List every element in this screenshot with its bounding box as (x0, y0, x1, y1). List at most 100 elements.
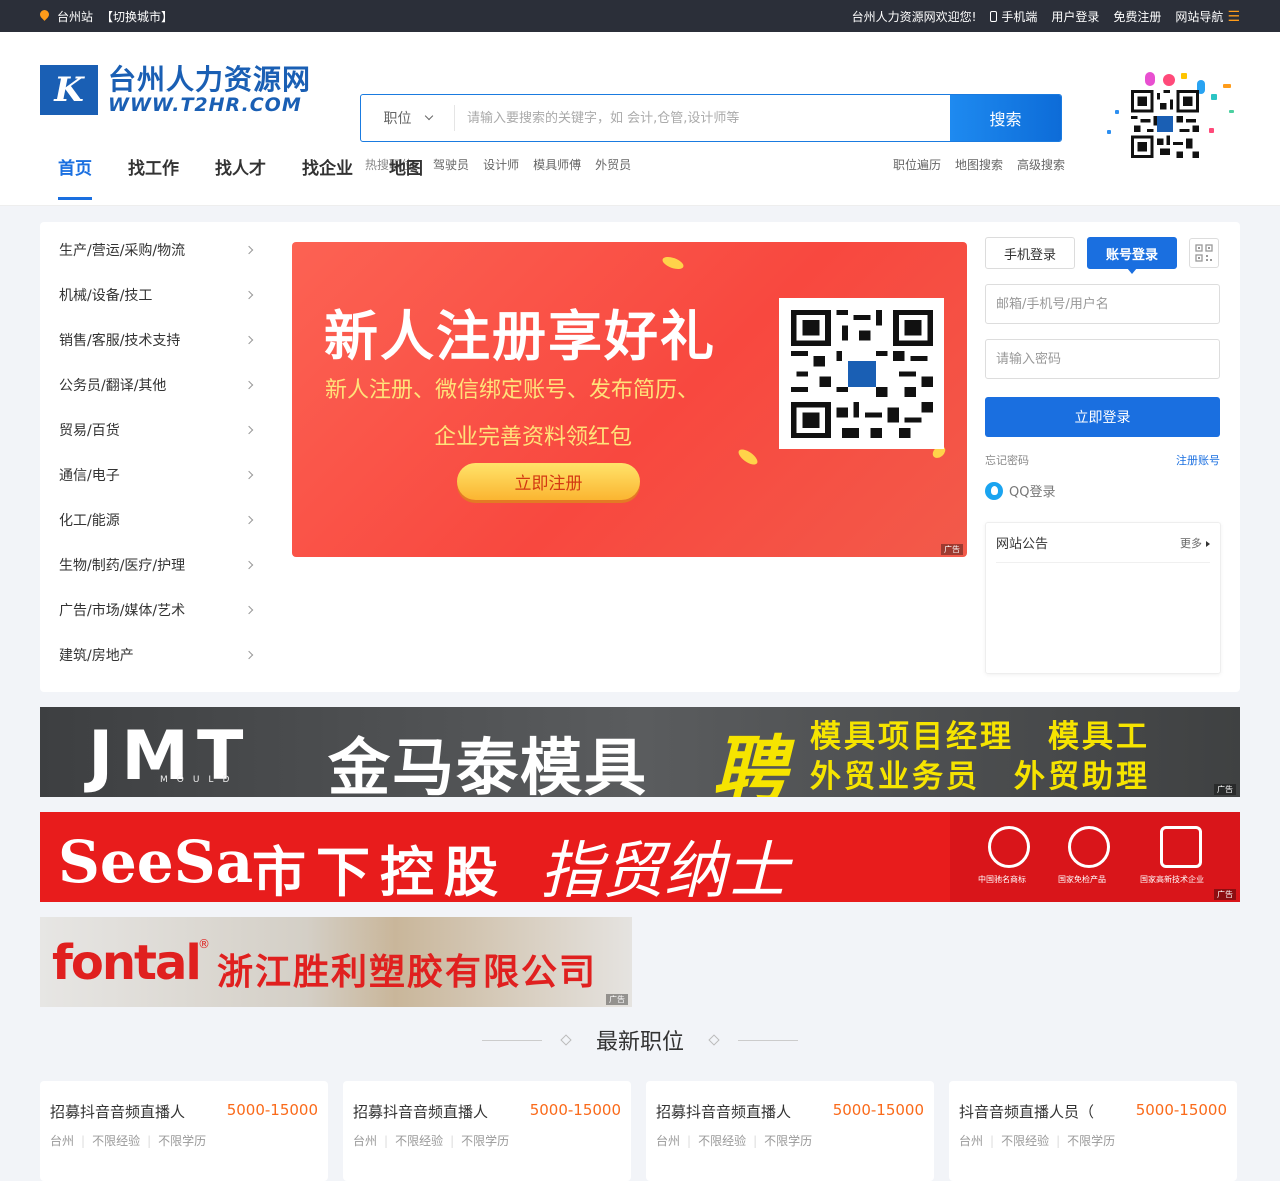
qr-code-icon (1195, 244, 1213, 262)
ad-tag: 广告 (1214, 784, 1236, 795)
username-field[interactable] (985, 284, 1220, 324)
job-education: 不限学历 (461, 1134, 510, 1148)
nav-find-talent[interactable]: 找人才 (215, 152, 266, 206)
map-search-link[interactable]: 地图搜索 (955, 156, 1003, 173)
site-nav-link[interactable]: 网站导航 ☰ (1175, 8, 1240, 25)
ad-badges: 中国驰名商标 国家免检产品 国家高新技术企业 (950, 812, 1240, 902)
logo-mark: K (40, 65, 98, 115)
nav-find-company[interactable]: 找企业 (302, 152, 353, 206)
category-item[interactable]: 公务员/翻译/其他 (40, 362, 270, 407)
job-card[interactable]: 招募抖音音频直播人 5000-15000 台州 | 不限经验 | 不限学历 (40, 1081, 328, 1181)
login-links: 忘记密码 注册账号 (985, 452, 1220, 468)
job-list: 招募抖音音频直播人 5000-15000 台州 | 不限经验 | 不限学历 招募抖音音频直… (40, 1081, 1237, 1181)
forgot-password-link[interactable]: 忘记密码 (985, 452, 1029, 468)
job-title[interactable]: 抖音音频直播人员（ (959, 1101, 1094, 1122)
ad-jobs-line: 外贸业务员 外贸助理 (810, 759, 1150, 795)
category-item[interactable]: 生物/制药/医疗/护理 (40, 542, 270, 587)
nav-map[interactable]: 地图 (389, 152, 423, 206)
category-item[interactable]: 广告/市场/媒体/艺术 (40, 587, 270, 632)
search-bar: 职位 搜索 (360, 94, 1062, 142)
category-item[interactable]: 建筑/房地产 (40, 632, 270, 677)
nav-find-job[interactable]: 找工作 (128, 152, 179, 206)
job-card[interactable]: 抖音音频直播人员（ 5000-15000 台州 | 不限经验 | 不限学历 (949, 1081, 1237, 1181)
top-links: 台州人力资源网欢迎您! 手机端 用户登录 免费注册 网站导航 ☰ (852, 8, 1240, 25)
category-label: 建筑/房地产 (59, 647, 134, 664)
qr-code-icon (790, 309, 933, 438)
hot-item[interactable]: 模具师傅 (533, 156, 581, 173)
section-title: 最新职位 (595, 1030, 684, 1055)
site-logo[interactable]: K 台州人力资源网 WWW.T2HR.COM (40, 65, 311, 115)
free-register-link[interactable]: 免费注册 (1113, 8, 1161, 25)
ad-tag: 广告 (1214, 889, 1236, 900)
banner-title: 新人注册享好礼 (324, 305, 716, 368)
job-salary: 5000-15000 (1135, 1101, 1227, 1119)
promo-banner[interactable]: 新人注册享好礼 新人注册、微信绑定账号、发布简历、 企业完善资料领红包 立即注册 (292, 242, 967, 557)
search-button[interactable]: 搜索 (950, 95, 1061, 141)
category-item[interactable]: 化工/能源 (40, 497, 270, 542)
register-account-link[interactable]: 注册账号 (1176, 452, 1220, 468)
category-item[interactable]: 生产/营运/采购/物流 (40, 227, 270, 272)
qq-login-link[interactable]: QQ登录 (985, 481, 1220, 500)
job-title[interactable]: 招募抖音音频直播人 (50, 1101, 185, 1122)
quick-links: 职位遍历 地图搜索 高级搜索 (893, 156, 1065, 173)
banner-register-button[interactable]: 立即注册 (457, 463, 640, 500)
switch-city-link[interactable]: 【切换城市】 (101, 8, 173, 25)
category-item[interactable]: 销售/客服/技术支持 (40, 317, 270, 362)
advanced-search-link[interactable]: 高级搜索 (1017, 156, 1065, 173)
mobile-link[interactable]: 手机端 (990, 8, 1037, 25)
site-nav-label: 网站导航 (1175, 9, 1224, 24)
job-browse-link[interactable]: 职位遍历 (893, 156, 941, 173)
category-item[interactable]: 机械/设备/技工 (40, 272, 270, 317)
category-label: 生产/营运/采购/物流 (59, 242, 186, 259)
ad-brand: fontal (52, 935, 202, 991)
badge-icon (1068, 826, 1110, 868)
job-city: 台州 (656, 1134, 681, 1148)
hot-item[interactable]: 驾驶员 (433, 156, 469, 173)
job-city: 台州 (353, 1134, 378, 1148)
wechat-qr-block (1105, 70, 1235, 165)
job-experience: 不限经验 (395, 1134, 444, 1148)
category-item[interactable]: 通信/电子 (40, 452, 270, 497)
hot-item[interactable]: 外贸员 (595, 156, 631, 173)
ad-company: 市下控股 (252, 841, 508, 902)
tab-account-login[interactable]: 账号登录 (1087, 237, 1177, 274)
search-input[interactable] (455, 95, 950, 141)
category-label: 销售/客服/技术支持 (59, 332, 181, 349)
ad-banner-jmt[interactable]: JMT MOULD 金马泰模具 聘 模具项目经理 模具工 外贸业务员 外贸助理 … (40, 707, 1240, 797)
ad-jobs-line: 模具项目经理 模具工 (810, 719, 1150, 755)
menu-icon: ☰ (1227, 8, 1240, 25)
job-title[interactable]: 招募抖音音频直播人 (656, 1101, 791, 1122)
job-education: 不限学历 (764, 1134, 813, 1148)
ad-banner-seesa[interactable]: SeeSa 市下控股 指贸纳士 中国驰名商标 国家免检产品 国家高新技术企业 广… (40, 812, 1240, 902)
search-type-label: 职位 (383, 111, 412, 127)
divider (738, 1039, 798, 1041)
qq-icon (985, 481, 1003, 500)
nav-home[interactable]: 首页 (58, 152, 92, 206)
current-city: 台州站 (57, 9, 94, 24)
qr-login-button[interactable] (1189, 238, 1219, 268)
badge-caption: 国家高新技术企业 (1140, 875, 1204, 884)
login-button[interactable]: 立即登录 (985, 397, 1220, 437)
password-field[interactable] (985, 339, 1220, 379)
job-city: 台州 (959, 1134, 984, 1148)
user-login-link[interactable]: 用户登录 (1051, 8, 1099, 25)
ad-signature: 指贸纳士 (540, 834, 789, 902)
tab-phone-login[interactable]: 手机登录 (985, 237, 1075, 269)
notice-more-link[interactable]: 更多 (1180, 535, 1210, 551)
chevron-right-icon (244, 290, 254, 299)
job-experience: 不限经验 (698, 1134, 747, 1148)
chevron-right-icon (244, 380, 254, 389)
ad-banner-fontal[interactable]: fontal ® 浙江胜利塑胶有限公司 广告 (40, 917, 632, 1007)
category-label: 通信/电子 (59, 467, 120, 484)
hot-item[interactable]: 设计师 (483, 156, 519, 173)
job-title[interactable]: 招募抖音音频直播人 (353, 1101, 488, 1122)
banner-qr (779, 298, 944, 449)
logo-cn: 台州人力资源网 (108, 63, 312, 96)
job-card[interactable]: 招募抖音音频直播人 5000-15000 台州 | 不限经验 | 不限学历 (646, 1081, 934, 1181)
chevron-right-icon (244, 605, 254, 614)
category-item[interactable]: 贸易/百货 (40, 407, 270, 452)
category-label: 机械/设备/技工 (59, 287, 153, 304)
ad-company: 金马泰模具 (328, 731, 649, 797)
job-card[interactable]: 招募抖音音频直播人 5000-15000 台州 | 不限经验 | 不限学历 (343, 1081, 631, 1181)
search-type-select[interactable]: 职位 (361, 105, 455, 131)
